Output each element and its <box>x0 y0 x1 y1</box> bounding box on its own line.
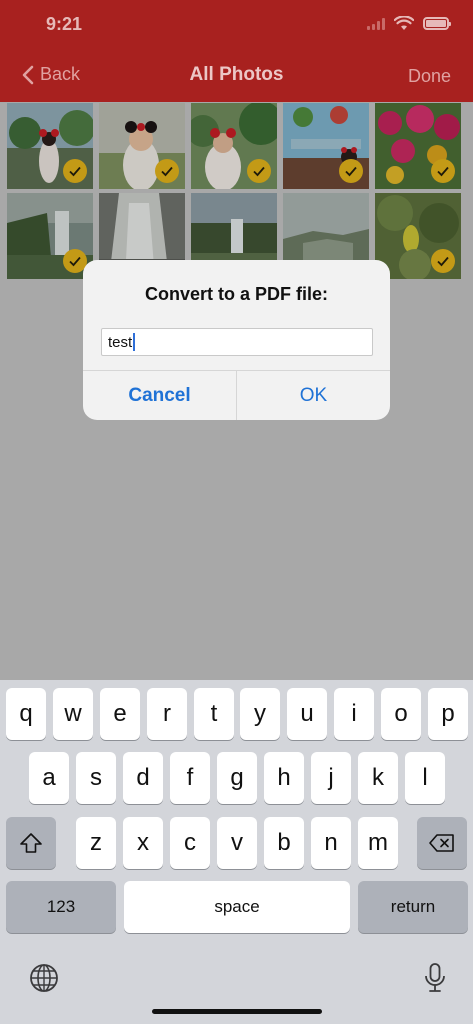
key-g[interactable]: g <box>217 752 257 804</box>
photo-thumbnail[interactable] <box>375 103 461 189</box>
key-b[interactable]: b <box>264 817 304 869</box>
key-p[interactable]: p <box>428 688 468 740</box>
convert-pdf-dialog: Convert to a PDF file: test Cancel OK <box>83 260 390 420</box>
numbers-key[interactable]: 123 <box>6 881 116 933</box>
return-key[interactable]: return <box>358 881 468 933</box>
shift-key[interactable] <box>6 817 56 869</box>
home-indicator <box>152 1009 322 1014</box>
photo-thumbnail[interactable] <box>7 103 93 189</box>
status-time: 9:21 <box>46 14 83 34</box>
key-j[interactable]: j <box>311 752 351 804</box>
done-button[interactable]: Done <box>408 66 451 87</box>
key-t[interactable]: t <box>194 688 234 740</box>
microphone-icon[interactable] <box>424 962 446 994</box>
photo-thumbnail[interactable] <box>99 103 185 189</box>
key-f[interactable]: f <box>170 752 210 804</box>
status-icons <box>367 16 451 31</box>
key-i[interactable]: i <box>334 688 374 740</box>
selected-check-icon <box>431 159 455 183</box>
key-l[interactable]: l <box>405 752 445 804</box>
key-z[interactable]: z <box>76 817 116 869</box>
selected-check-icon <box>247 159 271 183</box>
ok-button[interactable]: OK <box>237 371 390 420</box>
wifi-icon <box>394 16 414 30</box>
key-a[interactable]: a <box>29 752 69 804</box>
photo-thumbnail[interactable] <box>7 193 93 279</box>
key-h[interactable]: h <box>264 752 304 804</box>
navigation-header: 9:21 Back All Photos Done <box>0 0 473 102</box>
key-y[interactable]: y <box>240 688 280 740</box>
selected-check-icon <box>63 159 87 183</box>
chevron-left-icon <box>22 65 34 84</box>
cancel-button[interactable]: Cancel <box>83 371 236 420</box>
key-m[interactable]: m <box>358 817 398 869</box>
key-o[interactable]: o <box>381 688 421 740</box>
key-k[interactable]: k <box>358 752 398 804</box>
key-v[interactable]: v <box>217 817 257 869</box>
key-u[interactable]: u <box>287 688 327 740</box>
backspace-icon <box>429 834 454 852</box>
photo-thumbnail[interactable] <box>283 103 369 189</box>
photo-thumbnail[interactable] <box>191 103 277 189</box>
filename-input[interactable]: test <box>101 328 373 356</box>
key-s[interactable]: s <box>76 752 116 804</box>
keyboard: q w e r t y u i o p a s d f g h j k l z … <box>0 680 473 1024</box>
text-cursor <box>133 333 136 351</box>
key-r[interactable]: r <box>147 688 187 740</box>
delete-key[interactable] <box>417 817 467 869</box>
key-n[interactable]: n <box>311 817 351 869</box>
key-d[interactable]: d <box>123 752 163 804</box>
photo-grid <box>7 103 461 279</box>
shift-arrow-icon <box>20 833 42 853</box>
filename-input-value: test <box>108 333 133 351</box>
battery-icon <box>423 17 451 30</box>
dialog-title: Convert to a PDF file: <box>144 284 328 304</box>
globe-icon[interactable] <box>28 962 60 994</box>
key-e[interactable]: e <box>100 688 140 740</box>
key-c[interactable]: c <box>170 817 210 869</box>
cellular-signal-icon <box>367 17 385 30</box>
selected-check-icon <box>155 159 179 183</box>
selected-check-icon <box>431 249 455 273</box>
back-button[interactable]: Back <box>22 64 80 85</box>
selected-check-icon <box>339 159 363 183</box>
back-label: Back <box>40 64 81 84</box>
key-x[interactable]: x <box>123 817 163 869</box>
space-key[interactable]: space <box>124 881 350 933</box>
key-q[interactable]: q <box>6 688 46 740</box>
key-w[interactable]: w <box>53 688 93 740</box>
